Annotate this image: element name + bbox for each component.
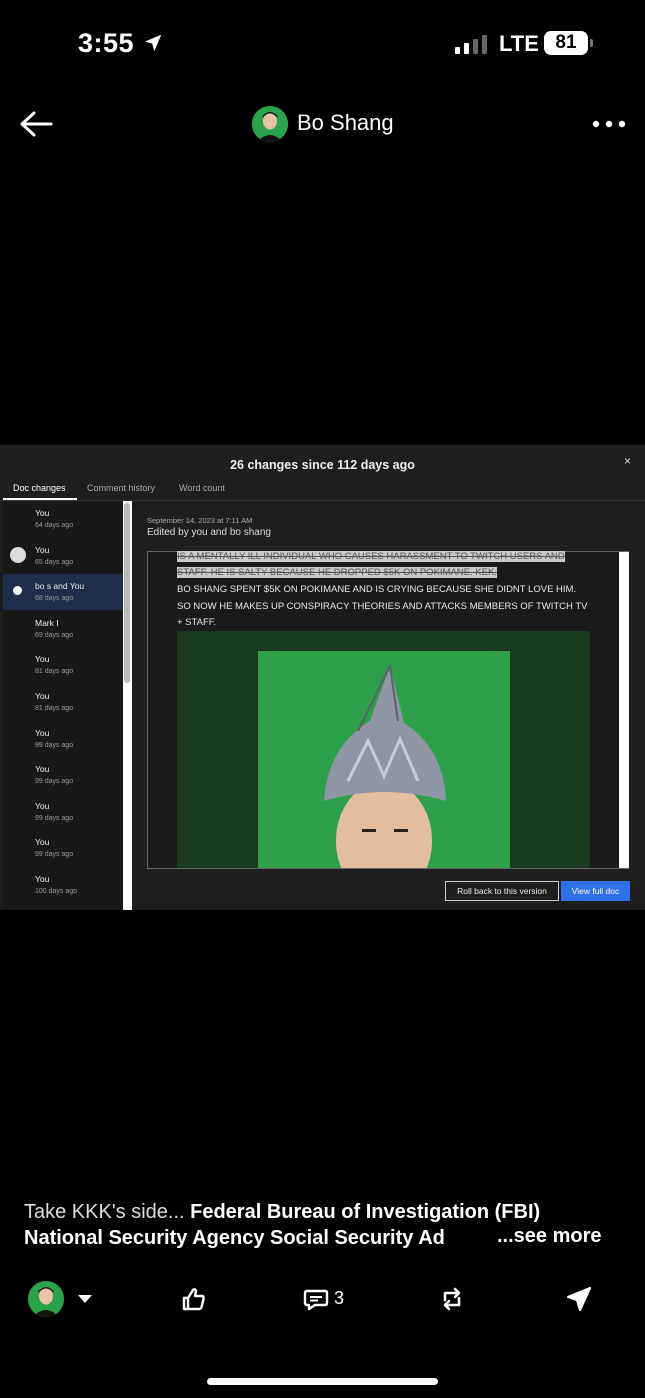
version-age: 99 days ago [35,778,74,786]
doc-line-deleted-1: IS A MENTALLY ILL INDIVIDUAL WHO CAUSES … [177,551,565,562]
embedded-tab-doc-changes: Doc changes [13,483,66,493]
doc-line-4: SO NOW HE MAKES UP CONSPIRACY THEORIES A… [177,601,588,612]
version-age: 81 days ago [35,705,74,712]
version-age: 99 days ago [35,851,74,859]
battery-level: 81 [544,31,588,55]
author-name[interactable]: Bo Shang [297,110,394,136]
doc-image-photo [258,651,510,868]
comment-icon[interactable] [303,1286,329,1312]
caption-mention-nsa[interactable]: National Security Agency Social Security… [24,1227,445,1249]
tab-underline [3,498,77,500]
home-indicator[interactable] [207,1378,438,1385]
version-age: 100 days ago [35,888,78,895]
embedded-list-scroll-thumb [124,503,130,683]
version-author: You [35,764,50,775]
embedded-tab-word-count: Word count [179,483,225,493]
version-item: You 65 days ago [3,538,123,574]
doc-line-5: + STAFF. [177,617,217,628]
more-options-icon[interactable] [590,118,628,130]
repost-icon[interactable] [439,1286,465,1312]
version-item: You 99 days ago [3,794,123,830]
version-age: 69 days ago [35,631,74,639]
clock-icon [10,546,26,563]
version-item: Mark I 69 days ago [3,611,123,647]
version-item: bo s and You 68 days ago [3,574,123,611]
embedded-close-icon: × [624,454,632,468]
embedded-tabs: Doc changes Comment history Word count [0,478,645,501]
chevron-down-icon[interactable] [77,1294,93,1304]
version-author: You [35,654,50,665]
reactor-avatar[interactable] [28,1281,64,1317]
version-age: 99 days ago [35,814,74,822]
version-age: 68 days ago [35,595,74,603]
version-author: You [35,691,50,701]
embedded-doc-scrollbar [619,552,629,868]
avatar-person-icon [28,1281,64,1317]
back-arrow-icon[interactable] [18,110,54,138]
version-author: Mark I [35,617,59,628]
comment-count: 3 [334,1288,345,1308]
version-author: You [35,544,50,555]
author-avatar[interactable] [252,106,288,142]
version-item: You 64 days ago [3,501,123,537]
version-age: 81 days ago [35,668,74,676]
avatar-person-icon [252,106,288,142]
version-item: You 81 days ago [3,647,123,683]
embedded-title: 26 changes since 112 days ago [230,458,415,472]
network-type: LTE [499,31,539,56]
cellular-signal-icon [455,35,487,54]
version-author: You [35,837,50,848]
version-item: You 99 days ago [3,830,123,866]
version-item: You 99 days ago [3,721,123,757]
version-author: You [35,508,50,518]
tinfoil-hat-person-icon [258,651,510,868]
view-full-doc-button: View full doc [561,881,630,901]
version-age: 99 days ago [35,741,74,749]
selected-dot-icon [13,586,22,596]
version-item: You 99 days ago [3,757,123,793]
version-author: You [35,727,50,738]
rollback-version-button: Roll back to this version [445,881,559,901]
caption-text: Take KKK's side... [24,1201,191,1223]
status-time: 3:55 [78,28,135,58]
send-icon[interactable] [566,1286,592,1312]
battery-cap [590,39,593,47]
version-age: 64 days ago [35,522,74,529]
see-more-link[interactable]: ...see more [497,1225,602,1248]
embedded-tab-comment-history: Comment history [87,483,156,493]
version-author: bo s and You [35,581,85,592]
embedded-version-date: September 14, 2023 at 7:11 AM [147,516,253,525]
caption-mention-fbi[interactable]: Federal Bureau of Investigation (FBI) [190,1201,540,1223]
embedded-version-editors: Edited by you and bo shang [147,527,271,538]
version-author: You [35,800,50,811]
version-author: You [35,874,50,884]
doc-line-deleted-2: STAFF. HE IS SALTY BECAUSE HE DROPPED $5… [177,567,497,578]
version-age: 65 days ago [35,558,74,566]
like-icon[interactable] [181,1286,207,1312]
location-arrow-icon [144,34,162,52]
version-item: You 100 days ago [3,867,123,903]
doc-line-3: BO SHANG SPENT $5K ON POKIMANE AND IS CR… [177,584,577,595]
version-item: You 81 days ago [3,684,123,720]
